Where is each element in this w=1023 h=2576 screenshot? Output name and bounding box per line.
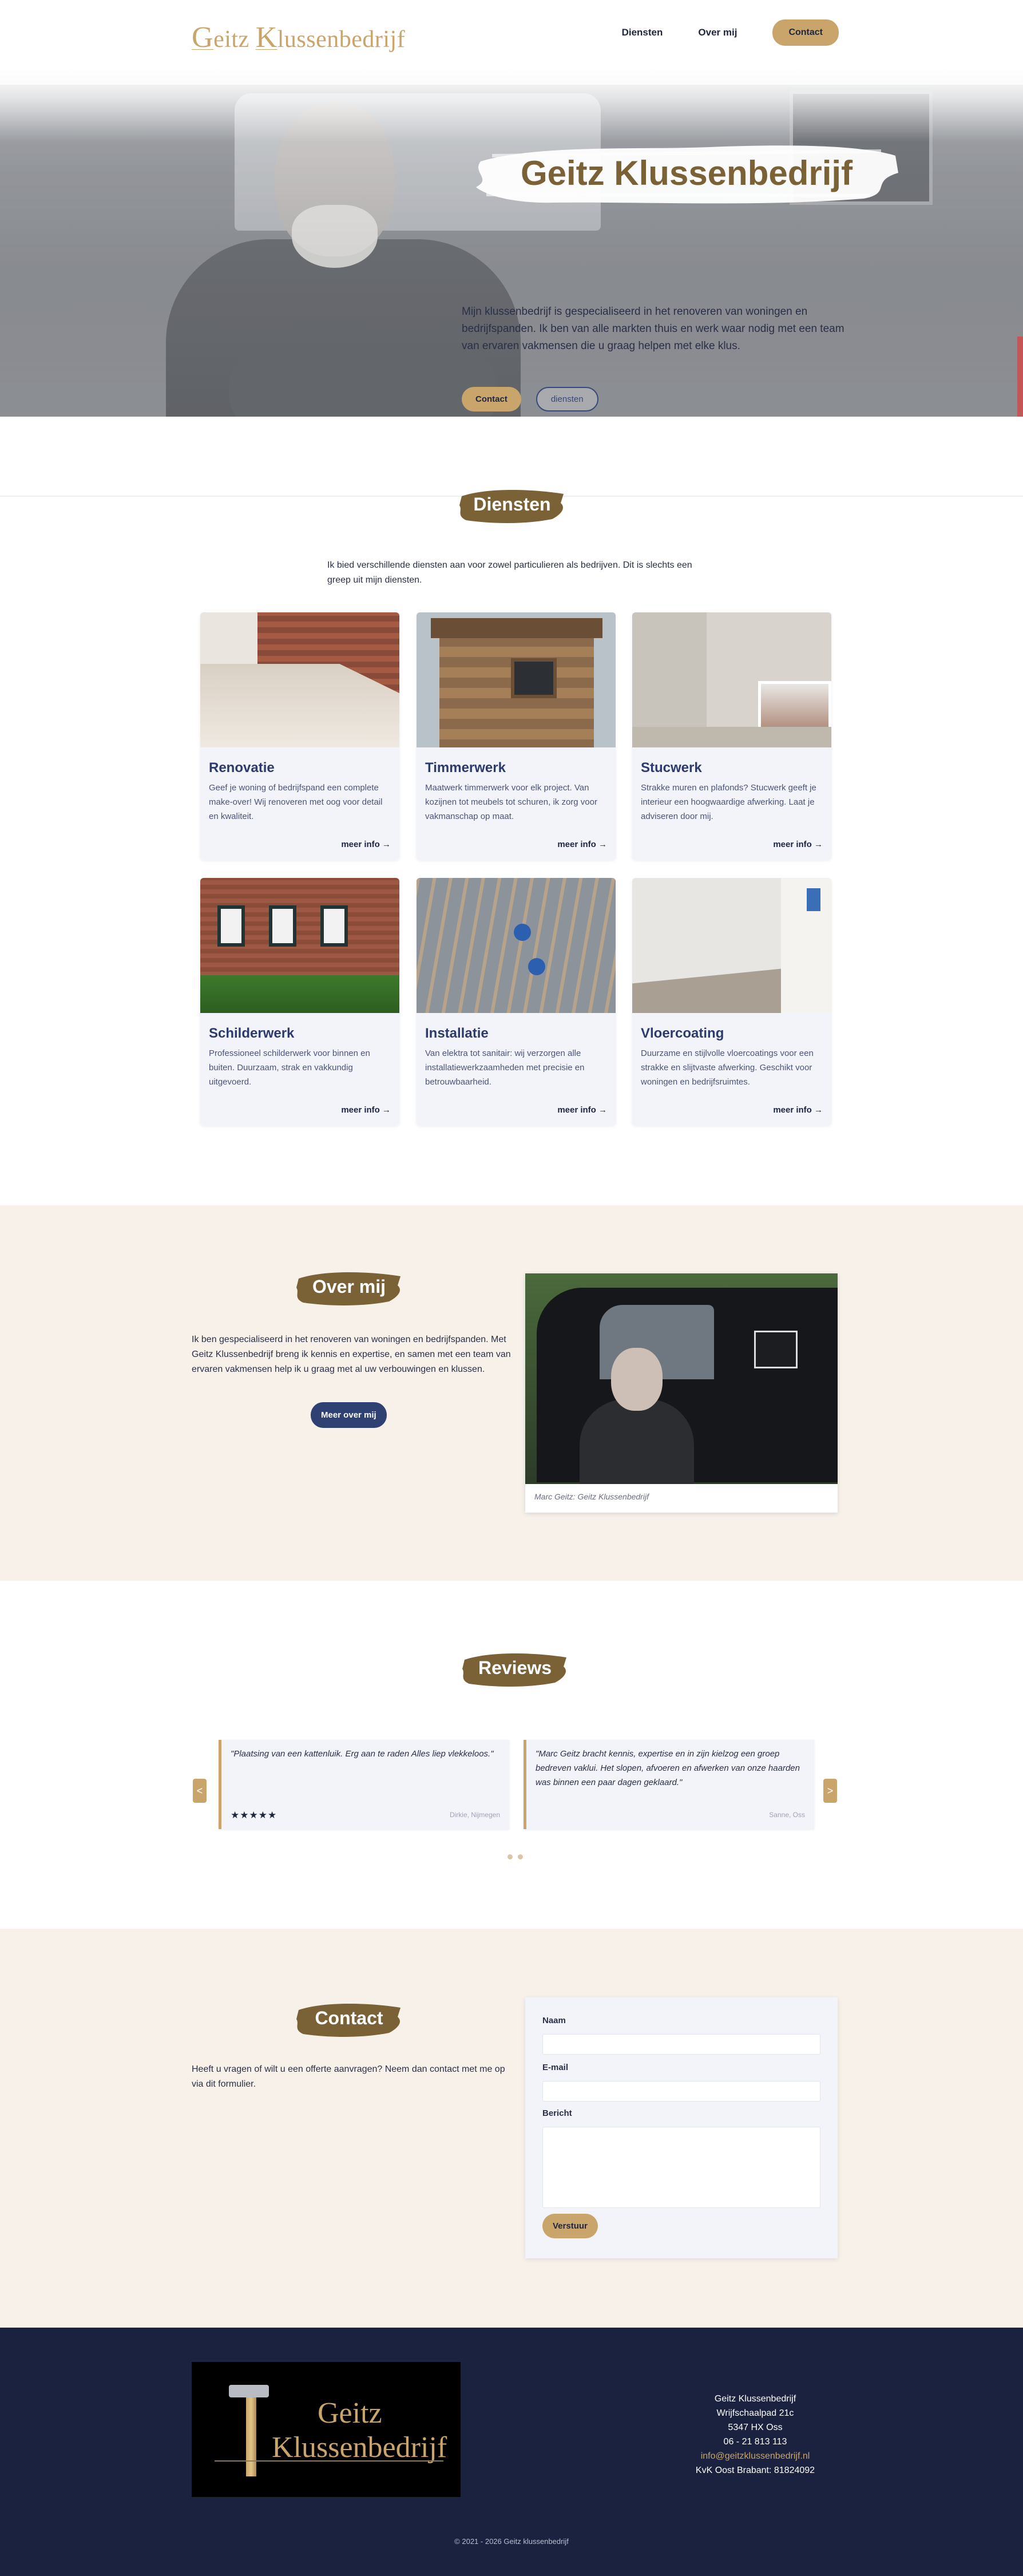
hero-contact-button[interactable]: Contact (462, 387, 521, 411)
footer-kvk: KvK Oost Brabant: 81824092 (695, 2466, 815, 2475)
service-image-timmerwerk (417, 612, 616, 747)
review-stars: ★★★★★ (231, 1810, 277, 1821)
service-title: Installatie (425, 1026, 489, 1041)
meer-info-link[interactable]: meer info → (341, 1105, 391, 1115)
over-mij-photo-card: Marc Geitz: Geitz Klussenbedrijf (525, 1273, 838, 1513)
review-card: "Marc Geitz bracht kennis, expertise en … (524, 1740, 814, 1829)
service-text: Maatwerk timmerwerk voor elk project. Va… (425, 783, 597, 821)
service-title: Timmerwerk (425, 760, 506, 775)
service-image-vloercoating (632, 878, 831, 1013)
hero-title-block: Geitz Klussenbedrijf (469, 136, 904, 211)
hero-buttons: Contact diensten (462, 387, 598, 411)
meer-over-mij-button[interactable]: Meer over mij (311, 1402, 387, 1428)
footer-logo: Geitz Klussenbedrijf (192, 2362, 461, 2497)
service-image-renovatie (200, 612, 399, 747)
site-footer: Geitz Klussenbedrijf Geitz Klussenbedrij… (0, 2328, 1023, 2576)
nav-over-mij[interactable]: Over mij (698, 27, 737, 38)
diensten-heading: Diensten (455, 485, 569, 526)
service-image-stucwerk (632, 612, 831, 747)
label-bericht: Bericht (542, 2108, 572, 2118)
review-card: "Plaatsing van een kattenluik. Erg aan t… (219, 1740, 509, 1829)
footer-email-link[interactable]: info@geitzklussenbedrijf.nl (658, 2449, 852, 2463)
service-image-schilderwerk (200, 878, 399, 1013)
service-text: Duurzame en stijlvolle vloercoatings voo… (641, 1048, 814, 1087)
over-mij-section: Over mij Ik ben gespecialiseerd in het r… (0, 1205, 1023, 1581)
service-card-stucwerk[interactable]: Stucwerk Strakke muren en plafonds? Stuc… (632, 612, 831, 860)
diensten-intro: Ik bied verschillende diensten aan voor … (327, 560, 692, 585)
bericht-textarea[interactable] (542, 2127, 820, 2208)
hero-title: Geitz Klussenbedrijf (520, 154, 853, 192)
service-image-installatie (417, 878, 616, 1013)
carousel-dot[interactable] (518, 1854, 523, 1859)
review-author: Dirkie, Nijmegen (449, 1811, 500, 1819)
hero-text: Mijn klussenbedrijf is gespecialiseerd i… (462, 306, 844, 352)
footer-city: 5347 HX Oss (728, 2423, 783, 2432)
meer-info-link[interactable]: meer info → (341, 840, 391, 849)
meer-info-link[interactable]: meer info → (557, 840, 607, 849)
service-title: Vloercoating (641, 1026, 724, 1041)
service-card-schilderwerk[interactable]: Schilderwerk Professioneel schilderwerk … (200, 878, 399, 1125)
carousel-dot[interactable] (507, 1854, 513, 1859)
service-text: Professioneel schilderwerk voor binnen e… (209, 1048, 370, 1087)
site-header: Geitz Klussenbedrijf Diensten Over mij C… (0, 0, 1023, 68)
meer-info-link[interactable]: meer info → (773, 1105, 823, 1115)
footer-phone[interactable]: 06 - 21 813 113 (658, 2435, 852, 2449)
email-input[interactable] (542, 2081, 820, 2102)
service-text: Van elektra tot sanitair: wij verzorgen … (425, 1048, 585, 1087)
hero-section: Geitz Klussenbedrijf Mijn klussenbedrijf… (0, 68, 1023, 417)
footer-street: Wrijfschaalpad 21c (716, 2408, 794, 2418)
service-title: Stucwerk (641, 760, 702, 775)
nav-contact-button[interactable]: Contact (772, 19, 839, 46)
hammer-icon (246, 2391, 256, 2476)
review-author: Sanne, Oss (769, 1811, 805, 1819)
service-text: Geef je woning of bedrijfspand een compl… (209, 783, 383, 821)
site-logo[interactable]: Geitz Klussenbedrijf (192, 21, 405, 54)
label-email: E-mail (542, 2063, 569, 2072)
service-title: Schilderwerk (209, 1026, 295, 1041)
label-naam: Naam (542, 2016, 566, 2025)
review-quote: "Plaatsing van een kattenluik. Erg aan t… (231, 1749, 494, 1759)
meer-info-link[interactable]: meer info → (557, 1105, 607, 1115)
contact-heading: Contact (292, 1999, 406, 2040)
review-prev-arrow[interactable]: < (193, 1779, 207, 1803)
nav-diensten[interactable]: Diensten (622, 27, 663, 38)
footer-company: Geitz Klussenbedrijf (714, 2394, 796, 2404)
over-mij-photo (525, 1273, 838, 1484)
service-card-renovatie[interactable]: Renovatie Geef je woning of bedrijfspand… (200, 612, 399, 860)
reviews-heading: Reviews (458, 1648, 572, 1689)
footer-contact-info: Geitz Klussenbedrijf Wrijfschaalpad 21c … (658, 2392, 852, 2478)
over-mij-text: Ik ben gespecialiseerd in het renoveren … (192, 1335, 511, 1374)
meer-info-link[interactable]: meer info → (773, 840, 823, 849)
service-card-vloercoating[interactable]: Vloercoating Duurzame en stijlvolle vloe… (632, 878, 831, 1125)
hero-diensten-button[interactable]: diensten (536, 387, 598, 411)
naam-input[interactable] (542, 2034, 820, 2055)
over-mij-heading: Over mij (292, 1267, 406, 1308)
service-card-timmerwerk[interactable]: Timmerwerk Maatwerk timmerwerk voor elk … (417, 612, 616, 860)
contact-text: Heeft u vragen of wilt u een offerte aan… (192, 2064, 505, 2089)
copyright: © 2021 - 2026 Geitz klussenbedrijf (454, 2537, 569, 2546)
main-nav: Diensten Over mij Contact (622, 19, 839, 46)
service-text: Strakke muren en plafonds? Stucwerk geef… (641, 783, 816, 821)
contact-section: Contact Heeft u vragen of wilt u een off… (0, 1929, 1023, 2328)
photo-caption: Marc Geitz: Geitz Klussenbedrijf (534, 1492, 649, 1501)
service-card-installatie[interactable]: Installatie Van elektra tot sanitair: wi… (417, 878, 616, 1125)
review-next-arrow[interactable]: > (823, 1779, 837, 1803)
service-title: Renovatie (209, 760, 275, 775)
review-quote: "Marc Geitz bracht kennis, expertise en … (536, 1749, 800, 1787)
verstuur-button[interactable]: Verstuur (542, 2214, 598, 2238)
contact-form: Naam E-mail Bericht Verstuur (525, 1997, 838, 2258)
